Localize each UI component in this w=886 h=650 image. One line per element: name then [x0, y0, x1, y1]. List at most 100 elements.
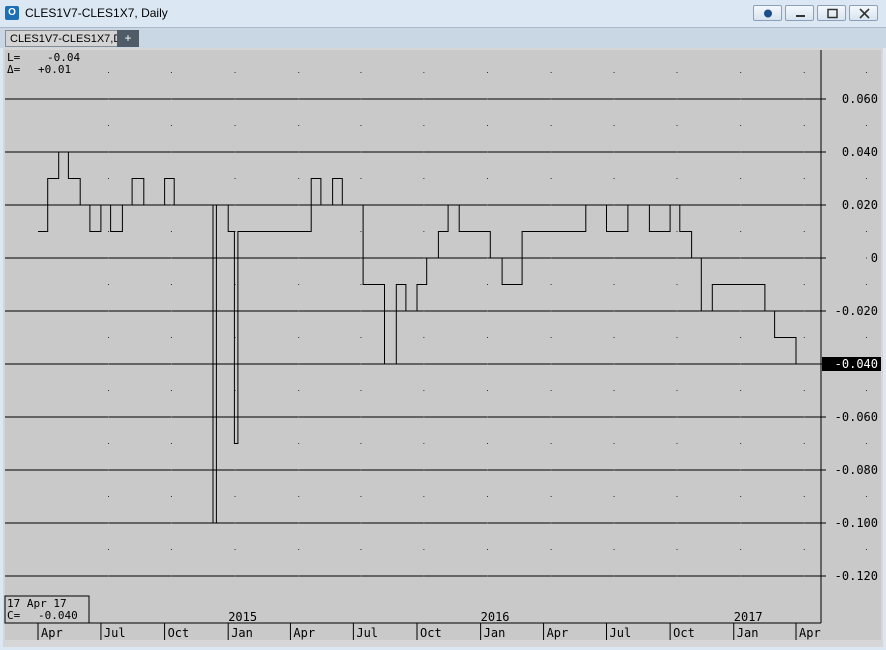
grid-dot: [740, 443, 742, 444]
grid-dot: [676, 443, 678, 444]
grid-dot: [550, 284, 552, 285]
grid-dot: [550, 549, 552, 550]
grid-dot: [234, 204, 236, 206]
y-tick-label: 0: [871, 251, 878, 265]
grid-dot: [676, 98, 678, 100]
grid-dot: [487, 151, 488, 153]
x-tick-label: Jul: [356, 626, 378, 640]
grid-dot: [676, 125, 678, 126]
grid-dot: [234, 522, 236, 524]
grid-dot: [170, 284, 172, 285]
grid-dot: [298, 496, 300, 497]
grid-dot: [108, 416, 109, 418]
grid-dot: [740, 204, 742, 206]
grid-dot: [298, 284, 300, 285]
grid-dot: [298, 549, 300, 550]
grid-dot: [423, 390, 425, 391]
grid-dot: [740, 522, 742, 524]
grid-dot: [803, 151, 805, 153]
x-tick-label: Oct: [420, 626, 442, 640]
x-tick-label: Jan: [231, 626, 253, 640]
grid-dot: [234, 98, 236, 100]
y-axis-panel: [821, 50, 881, 623]
grid-dot: [360, 257, 362, 259]
grid-dot: [613, 98, 615, 100]
grid-dot: [108, 337, 109, 338]
plot-background: [5, 50, 821, 623]
grid-dot: [108, 72, 109, 73]
grid-dot: [740, 496, 742, 497]
grid-dot: [108, 284, 109, 285]
grid-dot: [298, 72, 300, 73]
grid-dot: [298, 151, 300, 153]
grid-dot: [487, 72, 488, 73]
grid-dot: [170, 416, 172, 418]
grid-dot: [676, 390, 678, 391]
grid-dot: [676, 522, 678, 524]
grid-dot: [487, 522, 488, 524]
grid-dot: [170, 151, 172, 153]
grid-dot: [740, 416, 742, 418]
grid-dot: [803, 416, 805, 418]
grid-dot: [487, 98, 488, 100]
delta-value: +0.01: [38, 63, 71, 76]
grid-dot: [740, 98, 742, 100]
grid-dot: [613, 575, 615, 577]
grid-dot: [550, 443, 552, 444]
grid-dot: [613, 178, 615, 179]
grid-dot: [613, 416, 615, 418]
grid-dot: [613, 72, 615, 73]
grid-dot: [360, 72, 362, 73]
grid-dot: [740, 151, 742, 153]
grid-dot: [676, 310, 678, 312]
grid-dot: [170, 125, 172, 126]
grid-dot: [170, 337, 172, 338]
grid-dot: [170, 575, 172, 577]
grid-dot: [676, 496, 678, 497]
y-tick-label: -0.080: [835, 463, 878, 477]
grid-dot: [360, 231, 362, 232]
grid-dot: [423, 416, 425, 418]
grid-dot: [676, 151, 678, 153]
x-tick-label: Apr: [293, 626, 315, 640]
grid-dot: [803, 337, 805, 338]
grid-dot: [550, 72, 552, 73]
grid-dot: [108, 363, 109, 365]
grid-dot: [170, 363, 172, 365]
grid-dot: [613, 257, 615, 259]
grid-dot: [360, 151, 362, 153]
grid-dot: [298, 575, 300, 577]
grid-dot: [613, 522, 615, 524]
delta-label: Δ=: [7, 63, 21, 76]
grid-dot: [613, 390, 615, 391]
chart-area[interactable]: 0.060 0.040 0.020 0 -0.020 -0.040 -0.060 -0.080…: [0, 0, 886, 650]
grid-dot: [423, 125, 425, 126]
grid-dot: [298, 390, 300, 391]
grid-dot: [740, 549, 742, 550]
grid-dot: [423, 72, 425, 73]
grid-dot: [613, 443, 615, 444]
grid-dot: [234, 72, 236, 73]
grid-dot: [423, 443, 425, 444]
grid-dot: [550, 363, 552, 365]
grid-dot: [487, 310, 488, 312]
grid-dot: [487, 416, 488, 418]
grid-dot: [298, 469, 300, 471]
grid-dot: [170, 204, 172, 206]
x-tick-label: Jan: [484, 626, 506, 640]
grid-dot: [423, 575, 425, 577]
grid-dot: [550, 337, 552, 338]
grid-dot: [550, 416, 552, 418]
grid-dot: [423, 469, 425, 471]
grid-dot: [803, 575, 805, 577]
y-tick-label: -0.120: [835, 569, 878, 583]
grid-dot: [803, 98, 805, 100]
grid-dot: [108, 496, 109, 497]
grid-dot: [360, 443, 362, 444]
y-tick-label: -0.100: [835, 516, 878, 530]
grid-dot: [613, 496, 615, 497]
grid-dot: [803, 178, 805, 179]
grid-dot: [298, 98, 300, 100]
grid-dot: [803, 310, 805, 312]
grid-dot: [360, 575, 362, 577]
